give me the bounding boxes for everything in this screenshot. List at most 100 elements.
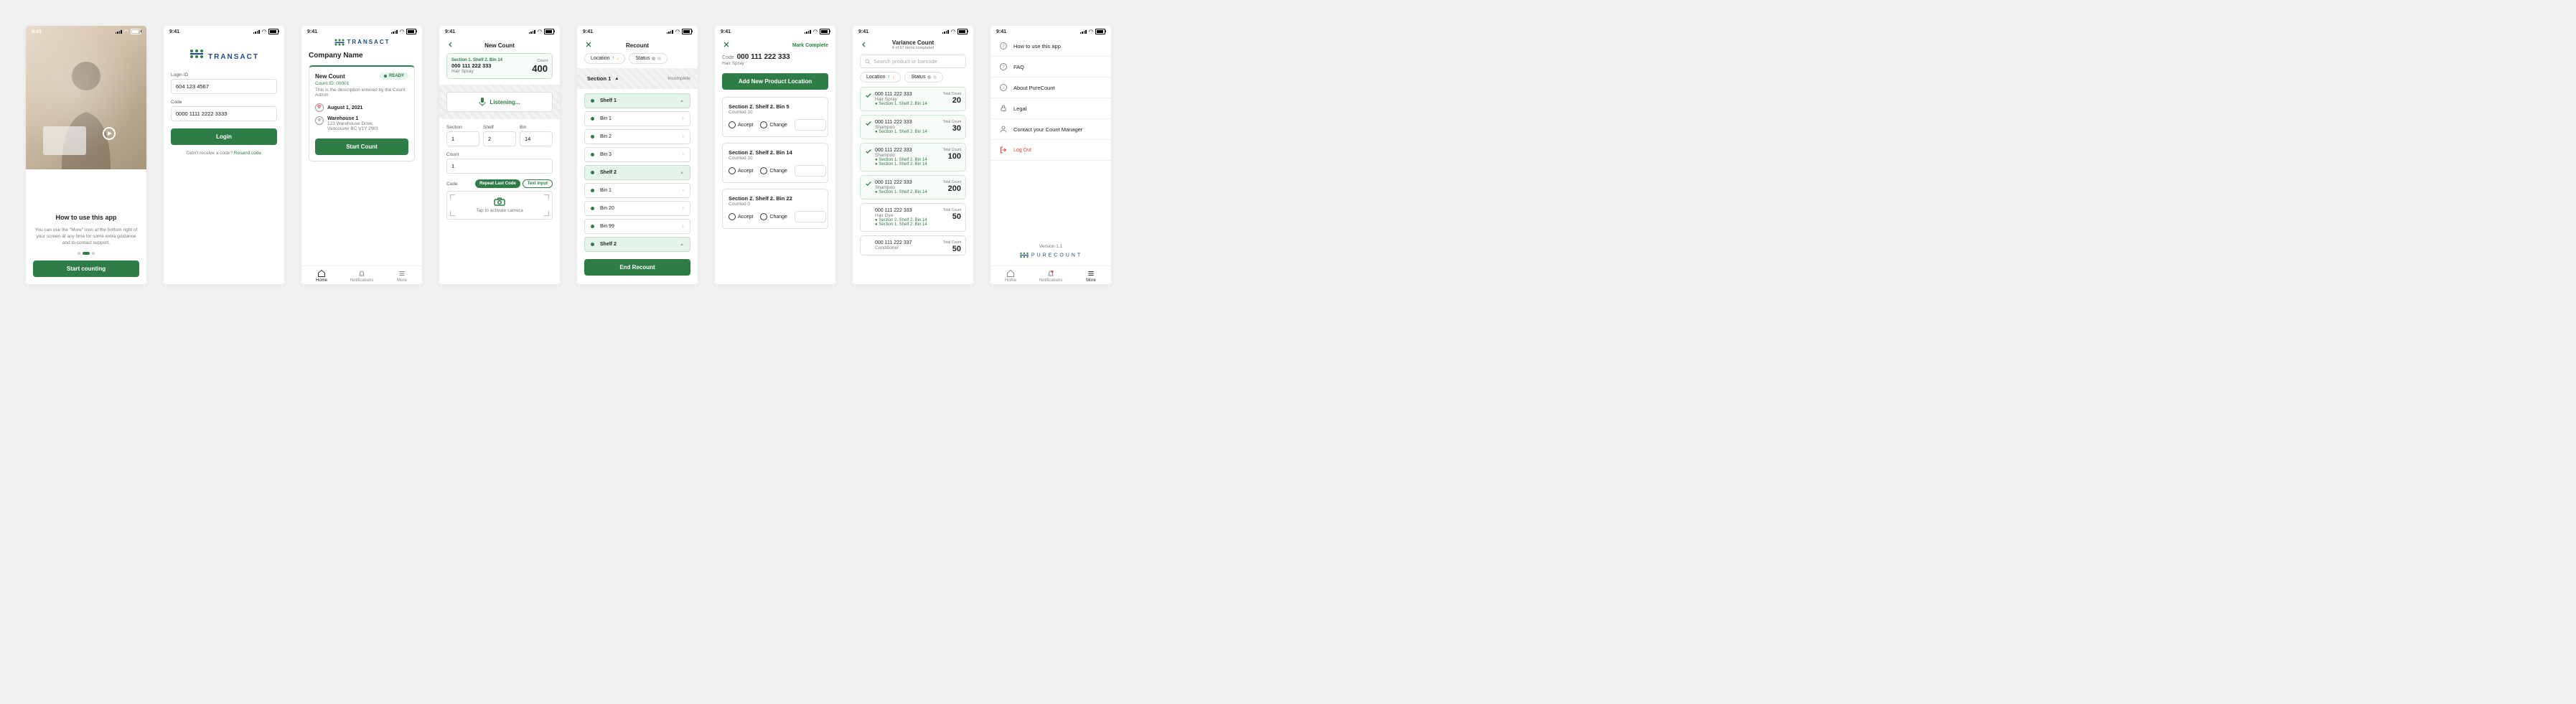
accept-radio[interactable]: Accept xyxy=(729,213,753,220)
variance-item[interactable]: Total Count50000 111 222 337Conditioner xyxy=(860,235,966,255)
variance-item[interactable]: Total Count100000 111 222 333Shampoo● Se… xyxy=(860,143,966,172)
shelf-row[interactable]: Shelf 2▲ xyxy=(584,237,690,252)
count-description: This is the description entered by the C… xyxy=(315,88,408,98)
bin-row[interactable]: Bin 20› xyxy=(584,201,690,216)
section-header[interactable]: Section 1 ▲ xyxy=(584,71,622,86)
wifi-icon: ◠ xyxy=(813,29,818,34)
camera-area[interactable]: Tap to activate camera xyxy=(446,191,553,220)
wifi-icon: ◠ xyxy=(951,29,955,34)
battery-icon xyxy=(1095,29,1105,34)
tab-notifications[interactable]: Notifications xyxy=(1031,269,1071,283)
warehouse-address1: 123 Warehouse Drive, xyxy=(327,121,378,126)
logout-item[interactable]: Log Out xyxy=(990,140,1111,161)
location-filter[interactable]: Location ↑↓ xyxy=(860,72,901,83)
voice-listening[interactable]: Listening... xyxy=(446,92,553,112)
signal-icon xyxy=(116,30,122,34)
section-label: Section xyxy=(446,125,479,130)
shelf-input[interactable]: 2 xyxy=(483,131,516,146)
calendar-icon: 📅 xyxy=(315,103,324,112)
repeat-last-code-button[interactable]: Repeat Last Code xyxy=(475,179,520,188)
tab-notifications[interactable]: Notifications xyxy=(342,269,382,283)
login-button[interactable]: Login xyxy=(171,128,277,145)
login-id-label: Login ID xyxy=(171,72,277,78)
status-filter[interactable]: Status xyxy=(629,53,668,64)
tab-more[interactable]: More xyxy=(382,269,422,283)
bin-row[interactable]: Bin 99› xyxy=(584,219,690,234)
change-radio[interactable]: Change xyxy=(760,167,787,174)
close-button[interactable] xyxy=(584,40,599,50)
shelf-label: Shelf xyxy=(483,125,516,130)
start-counting-button[interactable]: Start counting xyxy=(33,261,139,277)
more-item[interactable]: iAbout PureCount xyxy=(990,78,1111,98)
more-item[interactable]: ?How to use this app xyxy=(990,36,1111,57)
change-input[interactable] xyxy=(795,119,826,131)
variance-item[interactable]: Total Count50000 111 222 333Hair Dye● Se… xyxy=(860,203,966,232)
faq-icon: ? xyxy=(999,62,1008,71)
tab-home[interactable]: Home xyxy=(990,269,1031,283)
variance-item[interactable]: Total Count200000 111 222 333Shampoo● Se… xyxy=(860,175,966,200)
back-button[interactable] xyxy=(446,40,461,50)
close-button[interactable] xyxy=(722,40,736,50)
tab-home[interactable]: Home xyxy=(301,269,342,283)
count-input[interactable]: 1 xyxy=(446,159,553,174)
variance-item[interactable]: Total Count20000 111 222 333Hair Spray● … xyxy=(860,87,966,111)
bin-input[interactable]: 14 xyxy=(520,131,553,146)
count-value: 400 xyxy=(532,63,548,74)
variance-count: 100 xyxy=(943,152,961,161)
back-button[interactable] xyxy=(860,40,874,50)
more-item[interactable]: Contact your Count Manager xyxy=(990,119,1111,140)
tab-more[interactable]: More xyxy=(1071,269,1111,283)
code-input[interactable]: 0000 1111 2222 3333 xyxy=(171,106,277,121)
status-time: 9:41 xyxy=(445,29,455,34)
screen-review-count: 9:41 ◠ Mark Complete Code 000 111 222 33… xyxy=(715,26,835,284)
start-count-button[interactable]: Start Count xyxy=(315,139,408,155)
check-icon xyxy=(865,180,872,189)
mark-complete-button[interactable]: Mark Complete xyxy=(792,43,828,48)
bin-row[interactable]: Bin 3› xyxy=(584,147,690,162)
wifi-icon: ◠ xyxy=(400,29,404,34)
bin-row[interactable]: Bin 1› xyxy=(584,111,690,126)
text-input-button[interactable]: Text Input xyxy=(523,179,553,188)
status-filter[interactable]: Status xyxy=(904,72,943,83)
status-time: 9:41 xyxy=(996,29,1006,34)
change-input[interactable] xyxy=(795,165,826,177)
screen-onboarding: 9:41 ◠ How to use this app You can use t… xyxy=(26,26,146,284)
screen-new-count: 9:41 ◠ New Count Section 1. Shelf 2. Bin… xyxy=(439,26,560,284)
signal-icon xyxy=(1080,30,1087,34)
change-radio[interactable]: Change xyxy=(760,213,787,220)
add-location-button[interactable]: Add New Product Location xyxy=(722,73,828,90)
more-item[interactable]: Legal xyxy=(990,98,1111,119)
variance-count: 50 xyxy=(943,212,961,221)
wifi-icon: ◠ xyxy=(262,29,266,34)
change-radio[interactable]: Change xyxy=(760,121,787,128)
search-input[interactable]: Search product or barcode xyxy=(860,55,966,68)
login-id-input[interactable]: 604 123 4567 xyxy=(171,79,277,94)
location-filter[interactable]: Location ↑↓ xyxy=(584,53,625,64)
end-recount-button[interactable]: End Recount xyxy=(584,259,690,276)
hero-image xyxy=(26,26,146,169)
signal-icon xyxy=(942,30,949,34)
more-item[interactable]: ?FAQ xyxy=(990,57,1111,78)
code-label: Code xyxy=(446,182,458,187)
accept-radio[interactable]: Accept xyxy=(729,121,753,128)
camera-icon xyxy=(494,197,505,206)
company-name: Company Name xyxy=(309,52,415,60)
shelf-row[interactable]: Shelf 2▲ xyxy=(584,165,690,180)
code-label: Code xyxy=(722,55,734,60)
signal-icon xyxy=(253,30,260,34)
product-code: 000 111 222 333 xyxy=(737,53,790,61)
purecount-logo: PURECOUNT xyxy=(990,252,1111,258)
wifi-icon: ◠ xyxy=(675,29,680,34)
wifi-icon: ◠ xyxy=(1089,29,1093,34)
resend-code-link[interactable]: Resend code xyxy=(234,151,261,156)
onboarding-body: You can use the "More" icon at the botto… xyxy=(33,227,139,246)
accept-radio[interactable]: Accept xyxy=(729,167,753,174)
shelf-row[interactable]: Shelf 1▲ xyxy=(584,93,690,108)
new-count-title: New Count xyxy=(315,73,345,80)
bin-row[interactable]: Bin 1› xyxy=(584,183,690,198)
variance-item[interactable]: Total Count30000 111 222 333Shampoo● Sec… xyxy=(860,115,966,139)
change-input[interactable] xyxy=(795,211,826,222)
section-input[interactable]: 1 xyxy=(446,131,479,146)
review-location: Section 2. Shelf 2. Bin 5 xyxy=(729,103,822,110)
bin-row[interactable]: Bin 2› xyxy=(584,129,690,144)
